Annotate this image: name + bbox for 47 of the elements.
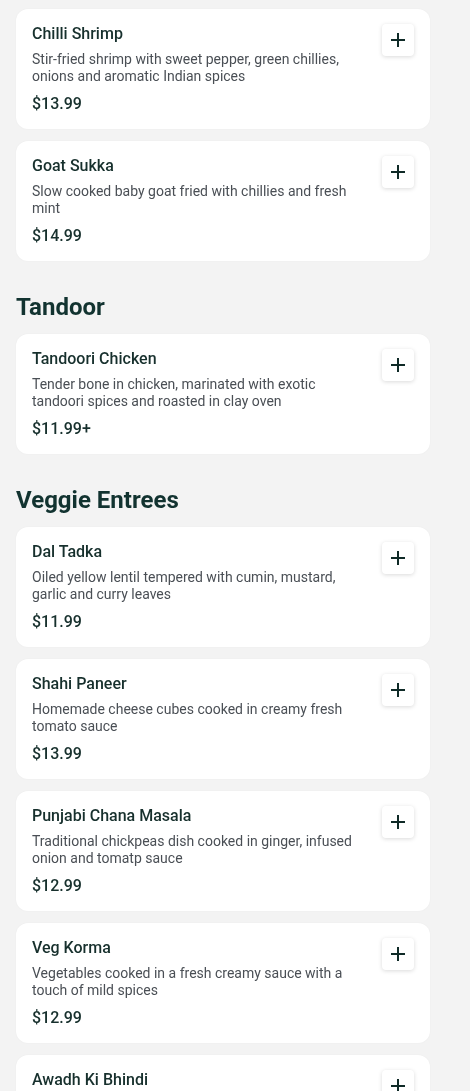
dish-description: Slow cooked baby goat fried with chillies and fresh mint bbox=[32, 183, 348, 217]
dish-price: $14.99 bbox=[32, 226, 83, 246]
menu-item-card[interactable]: Dal Tadka Oiled yellow lentil tempered with cumin, mustard, garlic and curry leaves $11.99 bbox=[16, 527, 430, 647]
plus-icon bbox=[390, 32, 406, 48]
dish-price: $11.99+ bbox=[32, 419, 92, 439]
dish-description: Homemade cheese cubes cooked in creamy fresh tomato sauce bbox=[32, 701, 344, 735]
dish-price: $12.99 bbox=[32, 1008, 83, 1028]
add-button[interactable] bbox=[382, 674, 414, 706]
plus-icon bbox=[390, 946, 406, 962]
dish-price: $13.99 bbox=[32, 94, 83, 114]
menu-item-card[interactable]: Punjabi Chana Masala Traditional chickpeas dish cooked in ginger, infused onion and tomatp sauce $12.99 bbox=[16, 791, 430, 911]
menu-item-card[interactable]: Shahi Paneer Homemade cheese cubes cooked in creamy fresh tomato sauce $13.99 bbox=[16, 659, 430, 779]
plus-icon bbox=[390, 164, 406, 180]
dish-description: Traditional chickpeas dish cooked in ginger, infused onion and tomatp sauce bbox=[32, 833, 353, 867]
dish-name: Chilli Shrimp bbox=[32, 24, 124, 44]
plus-icon bbox=[390, 1078, 406, 1091]
menu-item-card[interactable]: Tandoori Chicken Tender bone in chicken, marinated with exotic tandoori spices and roasted in clay oven $11.99+ bbox=[16, 334, 430, 454]
plus-icon bbox=[390, 550, 406, 566]
dish-name: Goat Sukka bbox=[32, 156, 115, 176]
dish-name: Awadh Ki Bhindi bbox=[32, 1070, 149, 1090]
add-button[interactable] bbox=[382, 938, 414, 970]
dish-name: Veg Korma bbox=[32, 938, 112, 958]
add-button[interactable] bbox=[382, 542, 414, 574]
add-button[interactable] bbox=[382, 156, 414, 188]
dish-description: Stir-fried shrimp with sweet pepper, green chillies, onions and aromatic Indian spices bbox=[32, 51, 340, 85]
dish-description: Vegetables cooked in a fresh creamy sauce with a touch of mild spices bbox=[32, 965, 344, 999]
plus-icon bbox=[390, 682, 406, 698]
add-button[interactable] bbox=[382, 24, 414, 56]
plus-icon bbox=[390, 357, 406, 373]
dish-description: Oiled yellow lentil tempered with cumin, mustard, garlic and curry leaves bbox=[32, 569, 337, 603]
dish-price: $13.99 bbox=[32, 744, 83, 764]
menu-item-card[interactable]: Veg Korma Vegetables cooked in a fresh creamy sauce with a touch of mild spices $12.99 bbox=[16, 923, 430, 1043]
dish-price: $11.99 bbox=[32, 612, 83, 632]
dish-name: Punjabi Chana Masala bbox=[32, 806, 193, 826]
menu-item-card[interactable]: Goat Sukka Slow cooked baby goat fried with chillies and fresh mint $14.99 bbox=[16, 141, 430, 261]
section-heading: Tandoor bbox=[16, 293, 106, 321]
dish-name: Shahi Paneer bbox=[32, 674, 128, 694]
plus-icon bbox=[390, 814, 406, 830]
add-button[interactable] bbox=[382, 349, 414, 381]
menu-item-card[interactable]: Chilli Shrimp Stir-fried shrimp with sweet pepper, green chillies, onions and aromatic Indian spices $13.99 bbox=[16, 9, 430, 129]
dish-price: $12.99 bbox=[32, 876, 83, 896]
dish-description: Tender bone in chicken, marinated with exotic tandoori spices and roasted in clay oven bbox=[32, 376, 317, 410]
dish-name: Dal Tadka bbox=[32, 542, 104, 562]
dish-name: Tandoori Chicken bbox=[32, 349, 158, 369]
menu-item-card[interactable]: Awadh Ki Bhindi bbox=[16, 1055, 430, 1091]
add-button[interactable] bbox=[382, 806, 414, 838]
section-heading: Veggie Entrees bbox=[16, 486, 180, 514]
